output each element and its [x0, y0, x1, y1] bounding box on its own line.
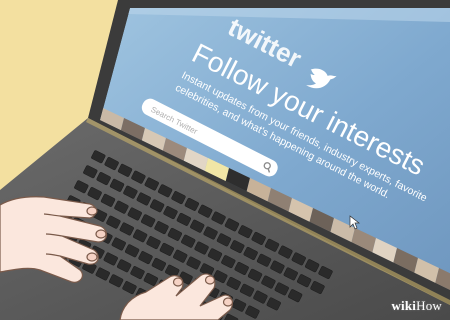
watermark-brand-rest: How: [416, 298, 442, 313]
watermark-brand-bold: wiki: [391, 298, 417, 313]
wikihow-watermark: wikiHow: [391, 298, 442, 314]
laptop-illustration: twitter Follow your interests Instant up…: [0, 0, 450, 320]
illustration-canvas: twitter Follow your interests Instant up…: [0, 0, 450, 320]
